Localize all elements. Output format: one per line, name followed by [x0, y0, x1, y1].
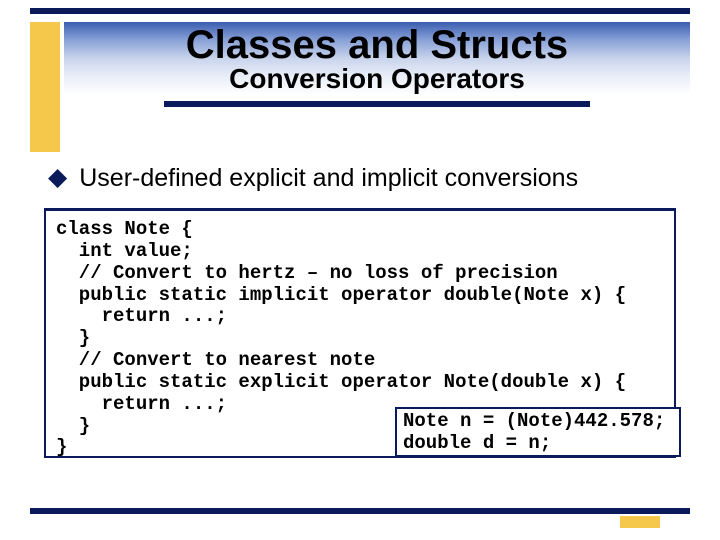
bullet-text: User-defined explicit and implicit conve… — [79, 164, 578, 193]
code-usage-block: Note n = (Note)442.578; double d = n; — [395, 407, 681, 457]
slide: Classes and Structs Conversion Operators… — [0, 0, 720, 540]
bottom-divider — [30, 508, 690, 514]
bullet-item: ◆ User-defined explicit and implicit con… — [48, 164, 578, 193]
title-underline — [164, 101, 590, 107]
title-gradient: Classes and Structs Conversion Operators — [64, 22, 690, 95]
bullet-marker-icon: ◆ — [48, 164, 67, 192]
slide-subtitle: Conversion Operators — [74, 64, 680, 93]
slide-title: Classes and Structs — [74, 22, 680, 66]
left-accent-column — [30, 22, 60, 152]
bottom-accent — [620, 516, 660, 528]
code-usage: Note n = (Note)442.578; double d = n; — [403, 411, 673, 455]
top-divider — [30, 8, 690, 14]
title-block: Classes and Structs Conversion Operators — [64, 22, 690, 107]
